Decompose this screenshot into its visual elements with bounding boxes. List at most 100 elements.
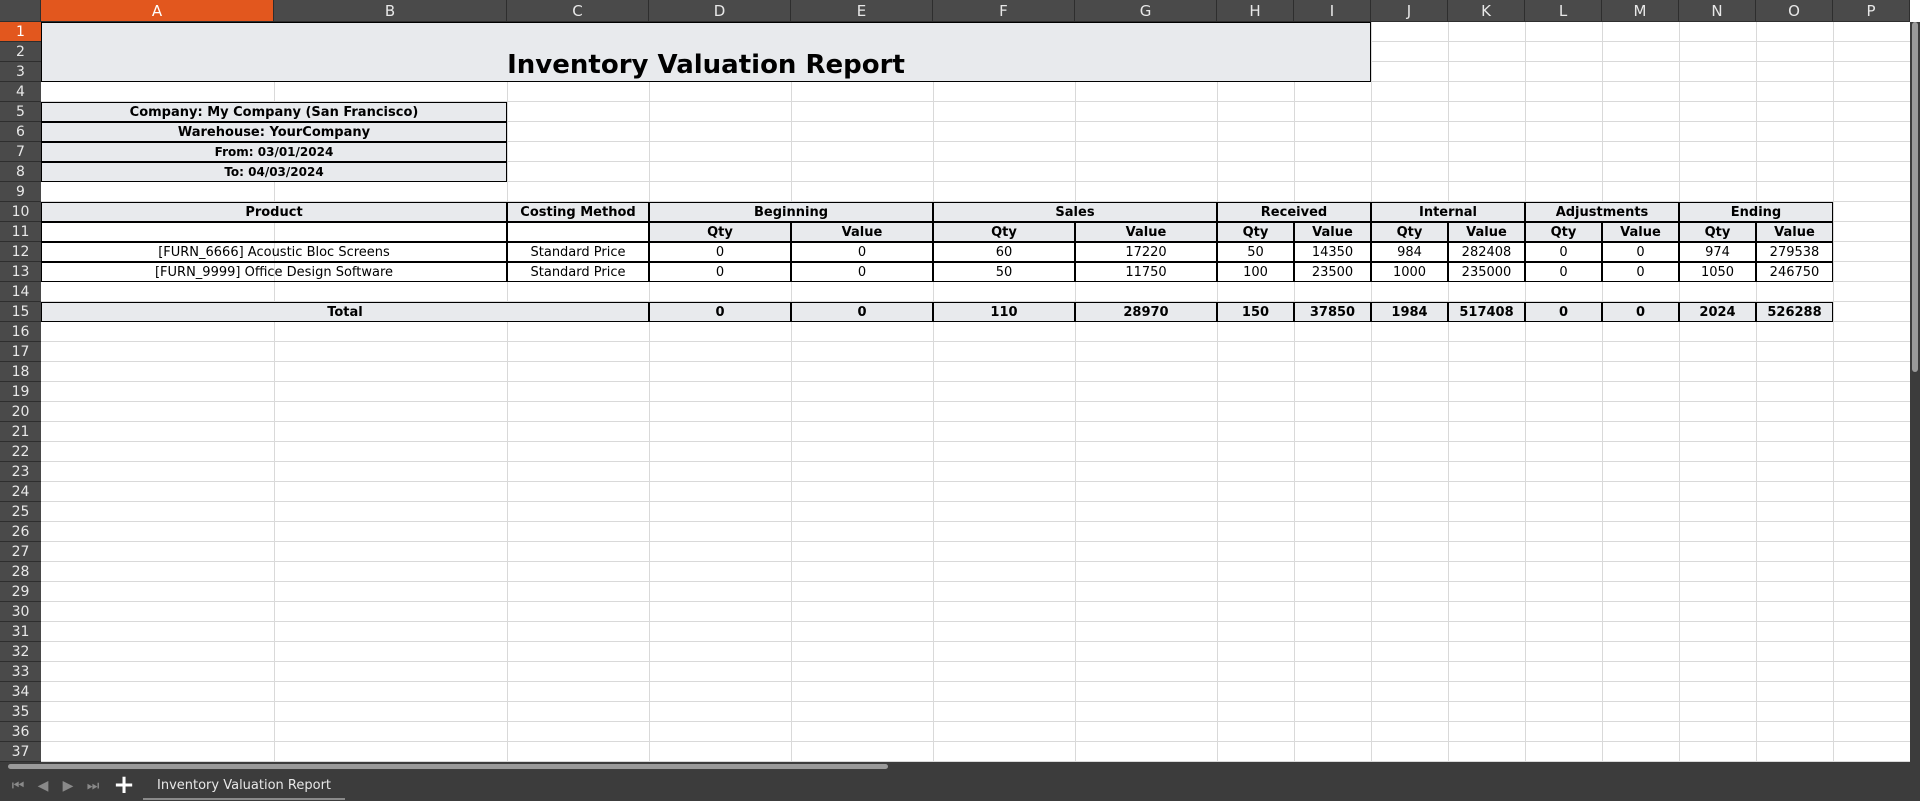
horizontal-scrollbar[interactable] (0, 762, 1920, 770)
value-cell[interactable]: 246750 (1756, 262, 1833, 282)
row-header-27[interactable]: 27 (0, 542, 41, 562)
total-value-cell[interactable]: 150 (1217, 302, 1294, 322)
row-header-14[interactable]: 14 (0, 282, 41, 302)
row-header-7[interactable]: 7 (0, 142, 41, 162)
costing-method-cell[interactable]: Standard Price (507, 262, 649, 282)
value-cell[interactable]: 100 (1217, 262, 1294, 282)
header-value[interactable]: Value (1075, 222, 1217, 242)
header-group-beginning[interactable]: Beginning (649, 202, 933, 222)
value-cell[interactable]: 23500 (1294, 262, 1371, 282)
row-header-17[interactable]: 17 (0, 342, 41, 362)
header-value[interactable]: Value (1602, 222, 1679, 242)
value-cell[interactable]: 235000 (1448, 262, 1525, 282)
column-header-f[interactable]: F (933, 0, 1075, 22)
row-header-33[interactable]: 33 (0, 662, 41, 682)
vertical-scrollbar[interactable] (1910, 22, 1920, 762)
row-header-8[interactable]: 8 (0, 162, 41, 182)
row-header-13[interactable]: 13 (0, 262, 41, 282)
column-header-o[interactable]: O (1756, 0, 1833, 22)
product-name-cell[interactable]: [FURN_6666] Acoustic Bloc Screens (41, 242, 507, 262)
column-header-c[interactable]: C (507, 0, 649, 22)
column-header-b[interactable]: B (274, 0, 507, 22)
header-qty[interactable]: Qty (1371, 222, 1448, 242)
header-group-ending[interactable]: Ending (1679, 202, 1833, 222)
header-qty[interactable]: Qty (1217, 222, 1294, 242)
header-group-internal[interactable]: Internal (1371, 202, 1525, 222)
value-cell[interactable]: 1050 (1679, 262, 1756, 282)
row-header-36[interactable]: 36 (0, 722, 41, 742)
vertical-scroll-thumb[interactable] (1912, 22, 1918, 372)
row-header-19[interactable]: 19 (0, 382, 41, 402)
header-value[interactable]: Value (1294, 222, 1371, 242)
row-header-26[interactable]: 26 (0, 522, 41, 542)
value-cell[interactable]: 0 (1525, 242, 1602, 262)
total-value-cell[interactable]: 0 (649, 302, 791, 322)
value-cell[interactable]: 1000 (1371, 262, 1448, 282)
row-header-18[interactable]: 18 (0, 362, 41, 382)
row-header-35[interactable]: 35 (0, 702, 41, 722)
last-sheet-icon[interactable]: ⏭ (83, 776, 103, 796)
warehouse-label[interactable]: Warehouse: YourCompany (41, 122, 507, 142)
value-cell[interactable]: 0 (649, 242, 791, 262)
value-cell[interactable]: 984 (1371, 242, 1448, 262)
column-header-d[interactable]: D (649, 0, 791, 22)
header-qty[interactable]: Qty (1679, 222, 1756, 242)
row-header-12[interactable]: 12 (0, 242, 41, 262)
value-cell[interactable]: 0 (649, 262, 791, 282)
header-value[interactable]: Value (1448, 222, 1525, 242)
header-group-received[interactable]: Received (1217, 202, 1371, 222)
total-value-cell[interactable]: 0 (1602, 302, 1679, 322)
value-cell[interactable]: 282408 (1448, 242, 1525, 262)
row-header-9[interactable]: 9 (0, 182, 41, 202)
column-header-n[interactable]: N (1679, 0, 1756, 22)
row-header-23[interactable]: 23 (0, 462, 41, 482)
report-title[interactable]: Inventory Valuation Report (41, 22, 1371, 82)
row-header-20[interactable]: 20 (0, 402, 41, 422)
row-header-2[interactable]: 2 (0, 42, 41, 62)
total-value-cell[interactable]: 2024 (1679, 302, 1756, 322)
header-group-sales[interactable]: Sales (933, 202, 1217, 222)
value-cell[interactable]: 14350 (1294, 242, 1371, 262)
header-value[interactable]: Value (791, 222, 933, 242)
row-header-21[interactable]: 21 (0, 422, 41, 442)
value-cell[interactable]: 50 (933, 262, 1075, 282)
sheet-tab-inventory-valuation[interactable]: Inventory Valuation Report (143, 772, 346, 800)
value-cell[interactable]: 0 (791, 242, 933, 262)
to-date-label[interactable]: To: 04/03/2024 (41, 162, 507, 182)
column-header-g[interactable]: G (1075, 0, 1217, 22)
row-header-24[interactable]: 24 (0, 482, 41, 502)
header-costing-sub[interactable] (507, 222, 649, 242)
total-value-cell[interactable]: 0 (791, 302, 933, 322)
column-header-a[interactable]: A (41, 0, 274, 22)
row-header-10[interactable]: 10 (0, 202, 41, 222)
column-header-h[interactable]: H (1217, 0, 1294, 22)
value-cell[interactable]: 0 (791, 262, 933, 282)
row-header-22[interactable]: 22 (0, 442, 41, 462)
row-header-1[interactable]: 1 (0, 22, 41, 42)
total-value-cell[interactable]: 526288 (1756, 302, 1833, 322)
header-group-adjustments[interactable]: Adjustments (1525, 202, 1679, 222)
row-header-28[interactable]: 28 (0, 562, 41, 582)
from-date-label[interactable]: From: 03/01/2024 (41, 142, 507, 162)
total-value-cell[interactable]: 0 (1525, 302, 1602, 322)
next-sheet-icon[interactable]: ▶ (58, 776, 78, 796)
row-header-4[interactable]: 4 (0, 82, 41, 102)
total-value-cell[interactable]: 28970 (1075, 302, 1217, 322)
total-value-cell[interactable]: 110 (933, 302, 1075, 322)
row-header-15[interactable]: 15 (0, 302, 41, 322)
add-sheet-button[interactable]: + (112, 770, 136, 800)
value-cell[interactable]: 0 (1602, 242, 1679, 262)
row-header-16[interactable]: 16 (0, 322, 41, 342)
header-qty[interactable]: Qty (649, 222, 791, 242)
column-header-e[interactable]: E (791, 0, 933, 22)
header-value[interactable]: Value (1756, 222, 1833, 242)
column-header-k[interactable]: K (1448, 0, 1525, 22)
select-all-corner[interactable] (0, 0, 41, 22)
header-product-sub[interactable] (41, 222, 507, 242)
header-qty[interactable]: Qty (933, 222, 1075, 242)
product-name-cell[interactable]: [FURN_9999] Office Design Software (41, 262, 507, 282)
value-cell[interactable]: 279538 (1756, 242, 1833, 262)
value-cell[interactable]: 0 (1602, 262, 1679, 282)
value-cell[interactable]: 50 (1217, 242, 1294, 262)
row-header-11[interactable]: 11 (0, 222, 41, 242)
